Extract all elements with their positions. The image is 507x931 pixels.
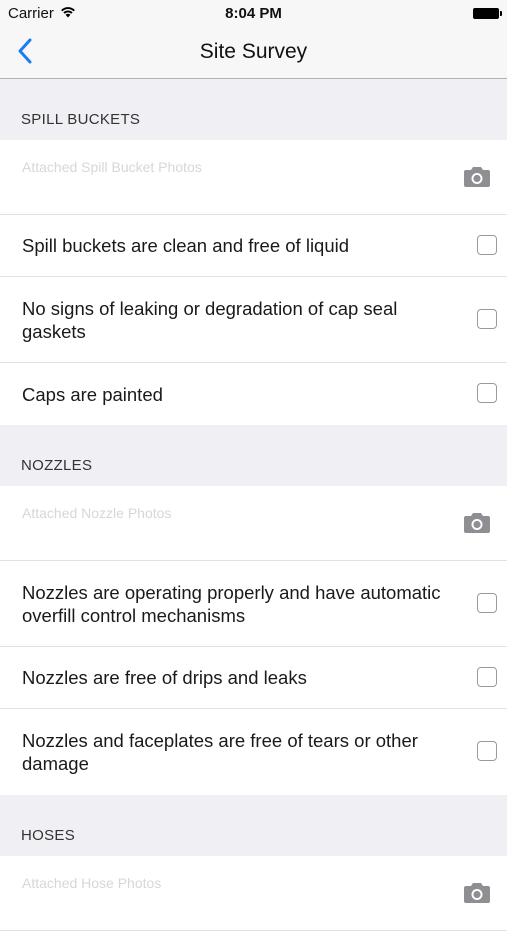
section-header-spill-buckets: SPILL BUCKETS (21, 111, 141, 128)
section-header-nozzles: NOZZLES (21, 457, 93, 474)
page-title: Site Survey (199, 40, 308, 63)
checklist-item[interactable]: Spill buckets are clean and free of liqu… (0, 215, 507, 277)
photo-attachment-cell[interactable]: Attached Hose Photos (0, 856, 507, 931)
photo-placeholder: Attached Nozzle Photos (22, 505, 172, 521)
status-bar: Carrier 8:04 PM (0, 0, 507, 28)
checklist-item-label: Nozzles and faceplates are free of tears… (22, 730, 418, 774)
photo-attachment-cell[interactable]: Attached Nozzle Photos (0, 486, 507, 561)
camera-icon[interactable] (463, 881, 491, 904)
checklist-item-label: Nozzles are free of drips and leaks (22, 667, 307, 688)
checkbox[interactable] (477, 308, 497, 329)
photo-attachment-cell[interactable]: Attached Spill Bucket Photos (0, 140, 507, 215)
status-time: 8:04 PM (225, 5, 282, 22)
photo-placeholder: Attached Hose Photos (22, 875, 162, 891)
checklist-item-label: Nozzles are operating properly and have … (22, 581, 441, 626)
battery-icon (473, 8, 502, 19)
checklist-item-label: Spill buckets are clean and free of liqu… (22, 235, 350, 256)
checkbox[interactable] (477, 592, 497, 613)
navigation-bar: Site Survey (0, 28, 507, 79)
checkbox[interactable] (477, 666, 497, 687)
checkbox[interactable] (477, 383, 497, 403)
camera-icon[interactable] (463, 511, 491, 534)
checkbox[interactable] (477, 741, 497, 761)
camera-icon[interactable] (463, 165, 491, 188)
photo-placeholder: Attached Spill Bucket Photos (22, 159, 202, 175)
checklist-item-label: No signs of leaking or degradation of ca… (22, 297, 398, 342)
checklist-item[interactable]: No signs of leaking or degradation of ca… (0, 277, 507, 363)
section-header-hoses: HOSES (21, 827, 76, 844)
checklist-item[interactable]: Caps are painted (0, 363, 507, 425)
checklist-item[interactable]: Nozzles and faceplates are free of tears… (0, 709, 507, 795)
checklist-item[interactable]: Nozzles are free of drips and leaks (0, 647, 507, 709)
checklist-item-label: Caps are painted (22, 383, 163, 405)
checklist-item[interactable]: Nozzles are operating properly and have … (0, 561, 507, 647)
checkbox[interactable] (477, 234, 497, 255)
